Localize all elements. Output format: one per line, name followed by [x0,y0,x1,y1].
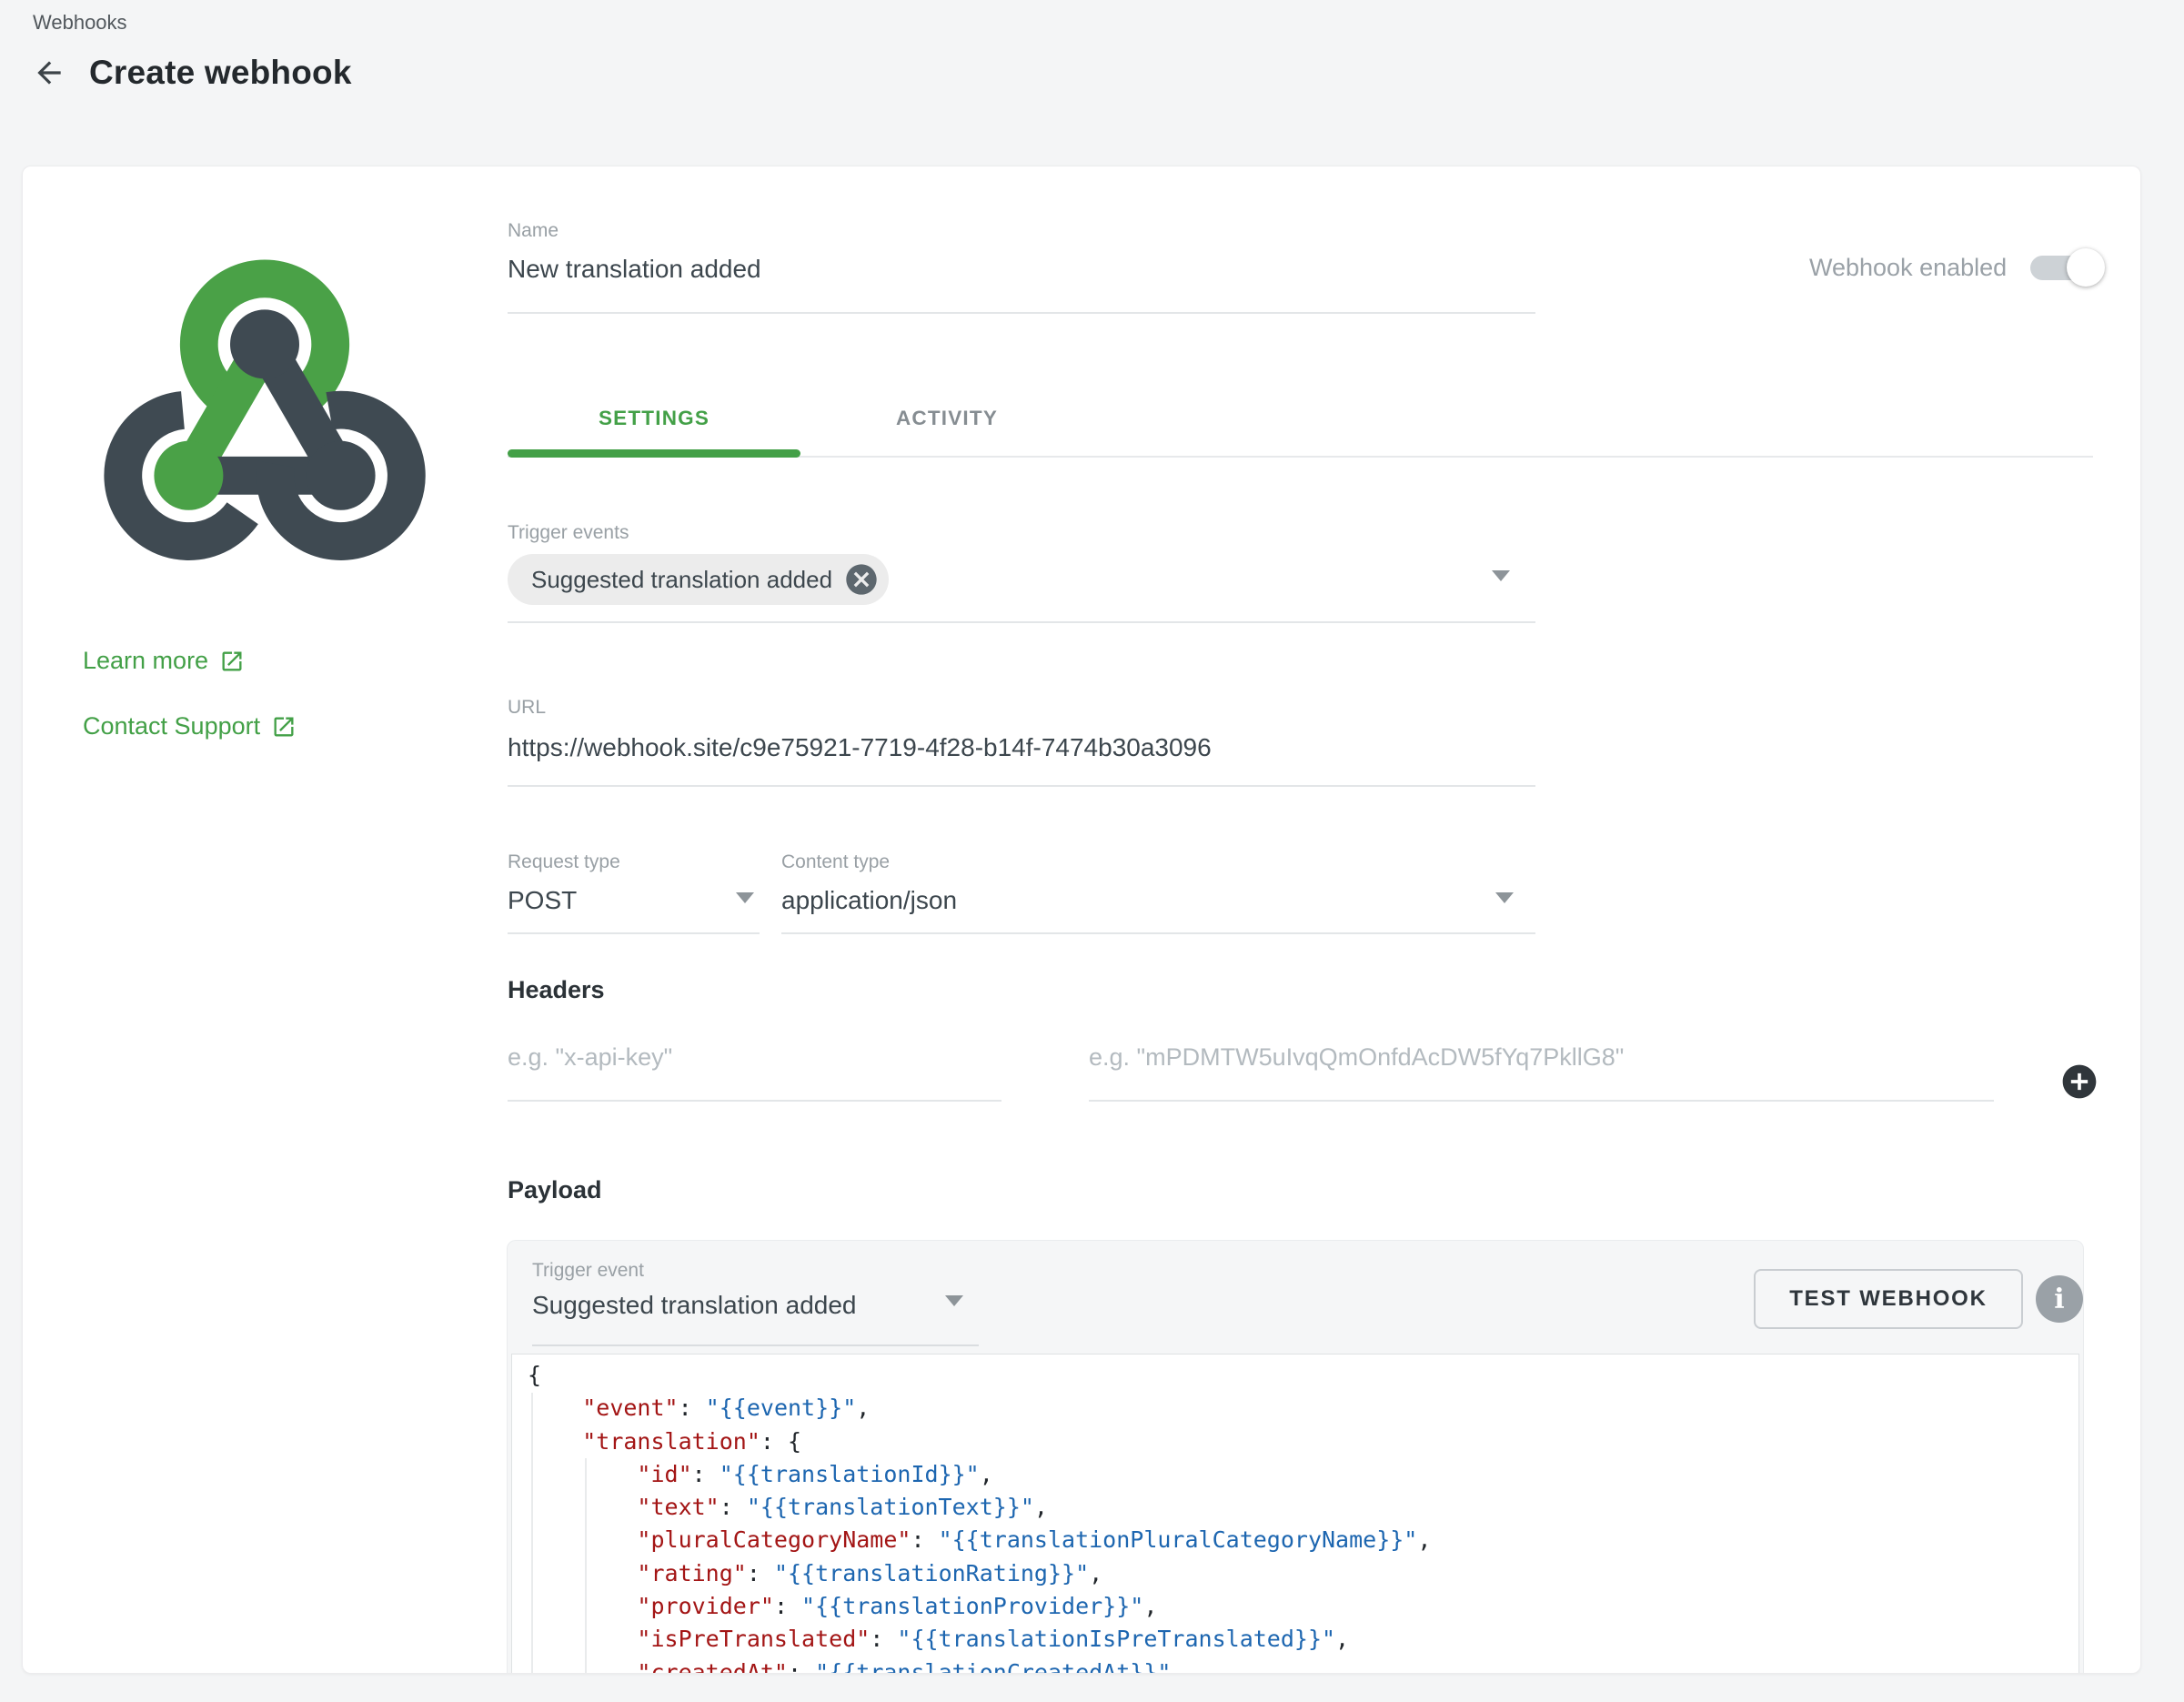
breadcrumb[interactable]: Webhooks [33,11,127,35]
active-tab-indicator [508,449,800,458]
name-label: Name [508,219,1535,243]
url-value[interactable]: https://webhook.site/c9e75921-7719-4f28-… [508,732,1535,763]
webhook-enabled-toggle[interactable] [2030,256,2098,280]
headers-heading: Headers [508,976,605,1004]
external-link-icon [271,714,297,740]
header-key-placeholder: e.g. "x-api-key" [508,1042,1001,1073]
content-type-value: application/json [781,885,1535,916]
webhook-enabled-row: Webhook enabled [1809,254,2098,282]
name-value[interactable]: New translation added [508,254,1535,285]
test-webhook-button[interactable]: TEST WEBHOOK [1754,1269,2023,1329]
add-circle-icon [2059,1062,2099,1102]
content-type-select[interactable]: Content type application/json [781,851,1535,934]
arrow-back-icon [32,55,66,90]
tab-settings[interactable]: SETTINGS [508,388,800,448]
name-field[interactable]: Name New translation added [508,219,1535,314]
payload-heading: Payload [508,1176,602,1204]
learn-more-link[interactable]: Learn more [83,647,245,675]
chip-remove-icon[interactable] [843,561,880,598]
chevron-down-icon[interactable] [945,1295,963,1306]
payload-trigger-event-value: Suggested translation added [532,1290,979,1321]
webhook-card: Learn more Contact Support Name New tran… [22,166,2141,1674]
content-type-label: Content type [781,851,1535,874]
webhook-enabled-label: Webhook enabled [1809,254,2007,282]
chevron-down-icon[interactable] [1492,570,1510,581]
header-value-placeholder: e.g. "mPDMTW5uIvqQmOnfdAcDW5fYq7PkllG8" [1089,1042,1994,1073]
chip-label: Suggested translation added [531,566,832,594]
page: { "page": { "breadcrumb": "Webhooks", "t… [0,0,2184,1702]
titlebar: Create webhook [29,53,352,93]
url-label: URL [508,696,1535,720]
contact-support-label: Contact Support [83,712,260,740]
payload-code-editor[interactable]: { "event": "{{event}}", "translation": {… [511,1354,2079,1674]
chevron-down-icon[interactable] [736,892,754,903]
external-link-icon [219,649,245,674]
trigger-events-field[interactable]: Trigger events Suggested translation add… [508,521,1535,623]
url-field[interactable]: URL https://webhook.site/c9e75921-7719-4… [508,696,1535,787]
request-type-select[interactable]: Request type POST [508,851,760,934]
contact-support-link[interactable]: Contact Support [83,712,297,740]
page-title: Create webhook [89,54,352,92]
payload-trigger-event-label: Trigger event [532,1259,979,1283]
chevron-down-icon[interactable] [1495,892,1514,903]
header-value-input[interactable]: e.g. "mPDMTW5uIvqQmOnfdAcDW5fYq7PkllG8" [1089,1022,1994,1102]
request-type-label: Request type [508,851,760,874]
header-key-input[interactable]: e.g. "x-api-key" [508,1022,1001,1102]
payload-panel: Trigger event Suggested translation adde… [507,1240,2084,1673]
payload-trigger-event-select[interactable]: Trigger event Suggested translation adde… [532,1259,979,1346]
tab-bar: SETTINGS ACTIVITY [508,388,2093,458]
back-button[interactable] [29,53,69,93]
trigger-event-chip[interactable]: Suggested translation added [508,554,889,605]
info-icon[interactable]: i [2036,1275,2083,1323]
webhook-logo-icon [83,230,447,576]
request-type-value: POST [508,885,760,916]
tab-activity[interactable]: ACTIVITY [800,388,1093,448]
learn-more-label: Learn more [83,647,208,675]
trigger-events-label: Trigger events [508,521,1535,545]
payload-code: { "event": "{{event}}", "translation": {… [512,1355,2078,1674]
add-header-button[interactable] [2059,1062,2099,1102]
toggle-thumb [2067,248,2105,287]
